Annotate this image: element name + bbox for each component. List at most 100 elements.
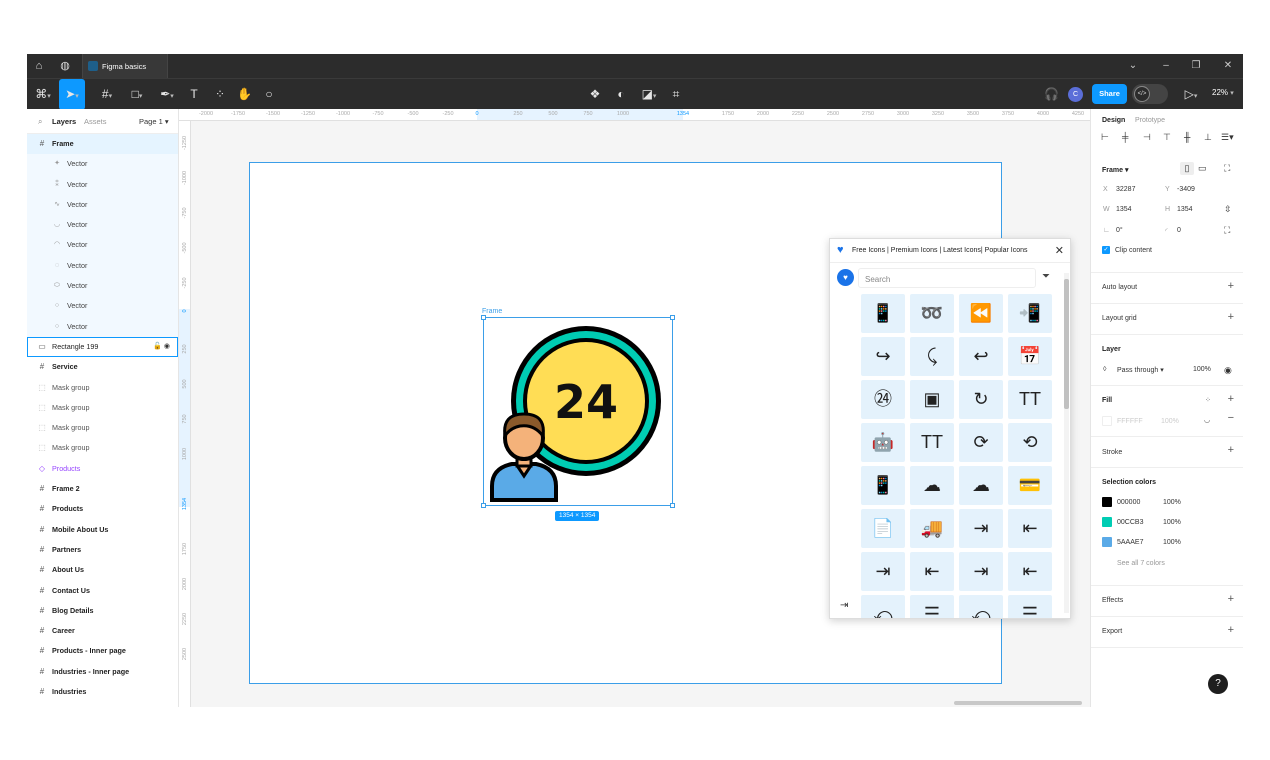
sign-in-icon[interactable]: ⇥ [840,600,848,611]
x-field[interactable]: 32287 [1116,186,1135,193]
pen-tool-icon[interactable]: ✒▾ [157,86,177,103]
rotation-field[interactable]: 0° [1116,227,1123,234]
history-24-icon[interactable]: ⟲ [1008,423,1052,462]
fill-opacity-field[interactable]: 100% [1161,418,1179,425]
layer-row[interactable]: ⬭ Vector [27,276,178,297]
square-tile-icon[interactable]: ▣ [910,380,954,419]
help-button[interactable]: ? [1208,674,1228,694]
plugin-scrollbar[interactable] [1064,273,1069,613]
headphones-icon[interactable]: 🎧 [1044,86,1059,103]
chevron-down-icon[interactable]: ⌄ [1127,60,1139,72]
indent-bold-right-icon[interactable]: ⇥ [861,552,905,591]
color-hex[interactable]: 00CCB3 [1117,519,1143,526]
red-refresh-icon[interactable]: ↻ [959,380,1003,419]
share-button[interactable]: Share [1092,84,1127,104]
support-24-icon[interactable]: ㉔ [861,380,905,419]
tab-assets[interactable]: Assets [84,117,107,126]
layer-row[interactable]: # Frame [27,134,178,155]
home-icon[interactable]: ⌂ [33,60,45,72]
frame-preset-selector[interactable]: Frame ▾ [1102,166,1128,174]
calendar-icon[interactable]: 📅 [1008,337,1052,376]
styles-icon[interactable]: ⁘ [1205,396,1211,404]
maximize-icon[interactable]: ❐ [1190,60,1202,72]
dev-mode-toggle[interactable]: </> [1132,84,1168,104]
reply-all-icon[interactable]: ⤺ [861,595,905,618]
layer-row[interactable]: # Products - Inner page [27,641,178,661]
crop-icon[interactable]: ⌗ [669,86,683,103]
fill-hex-field[interactable]: FFFFFF [1117,418,1143,425]
double-arrow-left-icon[interactable]: ⏪ [959,294,1003,333]
close-icon[interactable]: ✕ [1055,244,1064,257]
portrait-icon[interactable]: ▯ [1180,162,1194,175]
constrain-proportions-icon[interactable]: ⇳ [1224,204,1232,215]
text-tool-icon[interactable]: T [187,86,201,103]
clip-content-checkbox[interactable]: ✓ [1102,246,1110,254]
color-swatch[interactable] [1102,537,1112,547]
text-type-outline-icon[interactable]: TT [910,423,954,462]
indent-bold-left-icon[interactable]: ⇤ [910,552,954,591]
clock-24-icon[interactable]: ⟳ [959,423,1003,462]
green-arrow-icon[interactable]: ↩ [959,337,1003,376]
align-right-icon[interactable]: ⊣ [1143,132,1151,143]
globe-icon[interactable]: ◍ [59,60,71,72]
move-tool-icon[interactable]: ➤▾ [59,79,85,110]
layer-row[interactable]: # Industries - Inner page [27,662,178,682]
layer-row[interactable]: # Mobile About Us [27,520,178,540]
indent-right-icon[interactable]: ⇥ [959,509,1003,548]
boolean-icon[interactable]: ◪▾ [639,86,659,103]
layer-row[interactable]: ◠ Vector [27,235,178,256]
layer-row[interactable]: ⬚ Mask group [27,418,178,438]
reply-back-icon[interactable]: ⤺ [959,595,1003,618]
layer-row[interactable]: ◡ Vector [27,215,178,236]
width-field[interactable]: 1354 [1116,206,1132,213]
layer-row[interactable]: # Career [27,621,178,641]
tab-design[interactable]: Design [1102,117,1125,124]
frame-label[interactable]: Frame [482,308,502,315]
arrow-forward-icon[interactable]: ➿ [910,294,954,333]
color-opacity[interactable]: 100% [1163,499,1181,506]
layer-row[interactable]: # Frame 2 [27,479,178,499]
layer-row[interactable]: # About Us [27,560,178,580]
page-selector[interactable]: Page 1 ▾ [139,117,169,126]
add-fill-icon[interactable]: + [1228,393,1234,405]
plugin-search-input[interactable]: Search [858,268,1036,288]
add-effect-icon[interactable]: + [1228,593,1234,605]
robot-icon[interactable]: 🤖 [861,423,905,462]
align-top-icon[interactable]: ⊤ [1163,132,1171,143]
tab-layers[interactable]: Layers [52,117,76,126]
text-lines-icon[interactable]: ☰ [1008,595,1052,618]
mask-icon[interactable]: ◐ [614,86,628,103]
layer-row[interactable]: # Blog Details [27,601,178,621]
frame-tool-icon[interactable]: #▾ [97,86,117,103]
layer-row[interactable]: ⬚ Mask group [27,398,178,418]
add-auto-layout-icon[interactable]: + [1228,280,1234,292]
layer-row[interactable]: # Service [27,357,178,377]
scroll-thumb[interactable] [1064,279,1069,409]
color-opacity[interactable]: 100% [1163,539,1181,546]
align-text-icon[interactable]: ☰ [910,595,954,618]
layer-row[interactable]: ✦ Vector [27,154,178,175]
color-opacity[interactable]: 100% [1163,519,1181,526]
shape-tool-icon[interactable]: □▾ [127,86,147,103]
component-icon[interactable]: ❖ [588,86,602,103]
main-menu-icon[interactable]: ⌘▾ [34,86,52,103]
layer-row[interactable]: ⁑ Vector [27,174,178,195]
eye-icon[interactable]: ◉ [1224,365,1232,376]
see-all-colors-link[interactable]: See all 7 colors [1117,560,1165,567]
height-field[interactable]: 1354 [1177,206,1193,213]
horizontal-scrollbar[interactable] [954,701,1082,705]
cloud-clock-icon[interactable]: ☁ [959,466,1003,505]
layer-row[interactable]: # Products [27,499,178,519]
layer-row[interactable]: ◌ Vector [27,255,178,277]
truck-24-icon[interactable]: 🚚 [910,509,954,548]
indent-bold-right-2-icon[interactable]: ⇥ [959,552,1003,591]
layer-row[interactable]: # Partners [27,540,178,560]
layer-row[interactable]: # Industries [27,682,178,702]
indent-left-icon[interactable]: ⇤ [1008,509,1052,548]
file-tab[interactable]: Figma basics [82,54,168,78]
color-hex[interactable]: 5AAAE7 [1117,539,1143,546]
y-field[interactable]: -3409 [1177,186,1195,193]
comment-tool-icon[interactable]: ○ [262,86,276,103]
selected-frame[interactable]: 24 [481,315,675,508]
distribute-icon[interactable]: ☰▾ [1221,132,1234,143]
